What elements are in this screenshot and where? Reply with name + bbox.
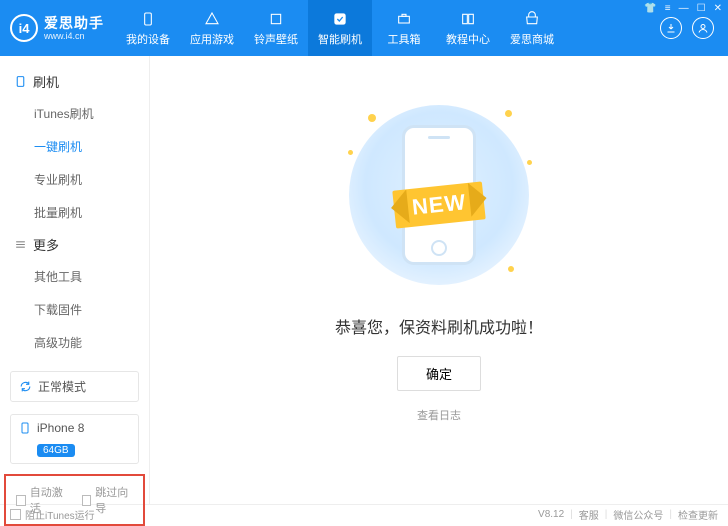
logo-url: www.i4.cn xyxy=(44,31,104,41)
top-nav: 我的设备 应用游戏 铃声壁纸 智能刷机 工具箱 教程中心 爱思商城 xyxy=(116,0,654,56)
main-content: NEW 恭喜您，保资料刷机成功啦！ 确定 查看日志 xyxy=(150,56,728,504)
device-info[interactable]: iPhone 8 64GB xyxy=(10,414,139,464)
nav-toolbox[interactable]: 工具箱 xyxy=(372,0,436,56)
sidebar-item-other-tools[interactable]: 其他工具 xyxy=(34,260,149,293)
logo-badge: i4 xyxy=(10,14,38,42)
toolbox-icon xyxy=(395,10,413,28)
menu-icon[interactable]: ≡ xyxy=(665,3,671,14)
apps-icon xyxy=(203,10,221,28)
user-button[interactable] xyxy=(692,17,714,39)
sidebar-group-more[interactable]: 更多 xyxy=(0,229,149,260)
window-controls: 👕 ≡ — ☐ ✕ xyxy=(644,3,722,14)
nav-my-device[interactable]: 我的设备 xyxy=(116,0,180,56)
device-name: iPhone 8 xyxy=(37,421,84,435)
phone-icon xyxy=(139,10,157,28)
view-log-link[interactable]: 查看日志 xyxy=(417,407,461,423)
skin-icon[interactable]: 👕 xyxy=(644,3,656,14)
phone-small-icon xyxy=(19,421,31,435)
sidebar-item-oneclick-flash[interactable]: 一键刷机 xyxy=(34,130,149,163)
store-icon xyxy=(523,10,541,28)
sidebar-item-batch-flash[interactable]: 批量刷机 xyxy=(34,196,149,229)
nav-apps[interactable]: 应用游戏 xyxy=(180,0,244,56)
support-link[interactable]: 客服 xyxy=(579,507,599,522)
download-button[interactable] xyxy=(660,17,682,39)
wechat-link[interactable]: 微信公众号 xyxy=(613,507,663,522)
nav-ringtones[interactable]: 铃声壁纸 xyxy=(244,0,308,56)
logo-title: 爱思助手 xyxy=(44,15,104,31)
check-update-link[interactable]: 检查更新 xyxy=(678,507,718,522)
app-header: i4 爱思助手 www.i4.cn 我的设备 应用游戏 铃声壁纸 智能刷机 工具… xyxy=(0,0,728,56)
device-mode[interactable]: 正常模式 xyxy=(10,371,139,402)
logo[interactable]: i4 爱思助手 www.i4.cn xyxy=(0,0,116,56)
nav-tutorial[interactable]: 教程中心 xyxy=(436,0,500,56)
block-itunes-checkbox[interactable]: 阻止iTunes运行 xyxy=(10,507,95,522)
close-icon[interactable]: ✕ xyxy=(714,3,722,14)
book-icon xyxy=(459,10,477,28)
checkbox-icon xyxy=(82,495,92,506)
storage-badge: 64GB xyxy=(37,444,75,457)
refresh-icon xyxy=(19,380,32,393)
more-icon xyxy=(14,238,27,251)
sidebar-item-advanced[interactable]: 高级功能 xyxy=(34,326,149,359)
success-message: 恭喜您，保资料刷机成功啦！ xyxy=(335,314,543,338)
ok-button[interactable]: 确定 xyxy=(397,356,481,391)
sidebar-item-download-fw[interactable]: 下载固件 xyxy=(34,293,149,326)
version-label: V8.12 xyxy=(538,509,564,520)
flash-icon xyxy=(331,10,349,28)
device-icon xyxy=(14,75,27,88)
music-icon xyxy=(267,10,285,28)
sidebar-item-itunes-flash[interactable]: iTunes刷机 xyxy=(34,97,149,130)
checkbox-icon xyxy=(10,509,21,520)
nav-store[interactable]: 爱思商城 xyxy=(500,0,564,56)
sidebar-group-flash[interactable]: 刷机 xyxy=(0,66,149,97)
minimize-icon[interactable]: — xyxy=(679,3,689,14)
sidebar-item-pro-flash[interactable]: 专业刷机 xyxy=(34,163,149,196)
sidebar: 刷机 iTunes刷机 一键刷机 专业刷机 批量刷机 更多 其他工具 下载固件 … xyxy=(0,56,150,504)
maximize-icon[interactable]: ☐ xyxy=(697,3,706,14)
checkbox-icon xyxy=(16,495,26,506)
nav-flash[interactable]: 智能刷机 xyxy=(308,0,372,56)
success-illustration: NEW xyxy=(324,100,554,290)
